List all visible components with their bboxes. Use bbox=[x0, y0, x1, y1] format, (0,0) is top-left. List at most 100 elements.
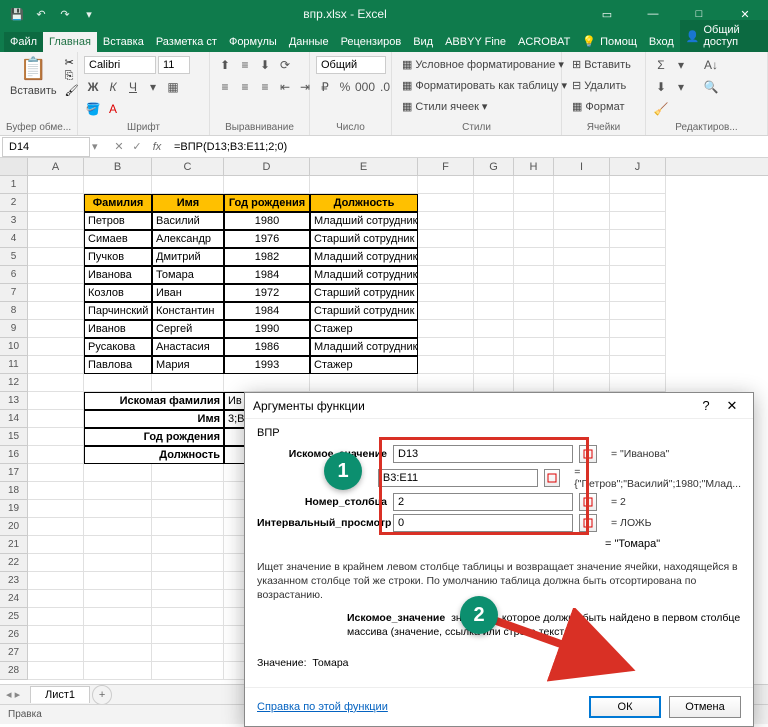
cell[interactable] bbox=[28, 212, 84, 230]
indent-icon[interactable]: ⇤ bbox=[276, 78, 294, 96]
help-link[interactable]: Справка по этой функции bbox=[257, 701, 581, 713]
cell[interactable] bbox=[514, 248, 554, 266]
cell[interactable] bbox=[554, 338, 610, 356]
tab-acrobat[interactable]: ACROBAT bbox=[512, 32, 576, 52]
cell[interactable]: Год рождения bbox=[224, 194, 310, 212]
paint-icon[interactable]: 🖌 bbox=[65, 84, 79, 97]
row-19[interactable]: 19 bbox=[0, 500, 28, 518]
cell[interactable] bbox=[554, 374, 610, 392]
cell[interactable]: Сергей bbox=[152, 320, 224, 338]
cell[interactable] bbox=[152, 608, 224, 626]
cell[interactable] bbox=[28, 482, 84, 500]
cell[interactable] bbox=[84, 590, 152, 608]
cell[interactable] bbox=[514, 356, 554, 374]
tab-view[interactable]: Вид bbox=[407, 32, 439, 52]
cell[interactable] bbox=[28, 518, 84, 536]
row-22[interactable]: 22 bbox=[0, 554, 28, 572]
cell[interactable] bbox=[474, 266, 514, 284]
tab-file[interactable]: Файл bbox=[4, 32, 43, 52]
cell[interactable] bbox=[418, 302, 474, 320]
formula-input[interactable]: =ВПР(D13;B3:E11;2;0) bbox=[168, 141, 768, 153]
cell[interactable]: Мария bbox=[152, 356, 224, 374]
cell[interactable] bbox=[84, 374, 152, 392]
cell[interactable] bbox=[554, 284, 610, 302]
cell[interactable] bbox=[152, 482, 224, 500]
cell[interactable] bbox=[610, 356, 666, 374]
tab-abbyy[interactable]: ABBYY Fine bbox=[439, 32, 512, 52]
cell[interactable] bbox=[28, 392, 84, 410]
cell[interactable] bbox=[84, 500, 152, 518]
cell[interactable] bbox=[28, 590, 84, 608]
cancel-button[interactable]: Отмена bbox=[669, 696, 741, 718]
col-C[interactable]: C bbox=[152, 158, 224, 175]
cell[interactable] bbox=[554, 230, 610, 248]
ribbon-options-icon[interactable]: ▭ bbox=[584, 0, 630, 28]
arg-range-input[interactable] bbox=[393, 514, 573, 532]
row-7[interactable]: 7 bbox=[0, 284, 28, 302]
cell[interactable] bbox=[474, 176, 514, 194]
cell[interactable] bbox=[610, 374, 666, 392]
fx-icon[interactable]: fx bbox=[146, 141, 168, 153]
row-14[interactable]: 14 bbox=[0, 410, 28, 428]
cell[interactable] bbox=[28, 428, 84, 446]
cell[interactable] bbox=[514, 230, 554, 248]
cell[interactable]: 1986 bbox=[224, 338, 310, 356]
cell[interactable] bbox=[610, 176, 666, 194]
cell[interactable] bbox=[610, 212, 666, 230]
qat-dropdown-icon[interactable]: ▾ bbox=[78, 3, 100, 25]
cond-format-button[interactable]: ▦ Условное форматирование ▾ bbox=[398, 56, 568, 73]
cell[interactable]: Старший сотрудник bbox=[310, 302, 418, 320]
cell[interactable] bbox=[610, 338, 666, 356]
cell[interactable]: Иван bbox=[152, 284, 224, 302]
cell[interactable]: Анастасия bbox=[152, 338, 224, 356]
cell[interactable] bbox=[84, 644, 152, 662]
cell[interactable] bbox=[610, 194, 666, 212]
cell[interactable] bbox=[84, 572, 152, 590]
name-box[interactable]: D14 bbox=[2, 137, 90, 157]
cell[interactable] bbox=[84, 554, 152, 572]
cell[interactable] bbox=[554, 194, 610, 212]
select-all-corner[interactable] bbox=[0, 158, 28, 175]
cell[interactable] bbox=[28, 410, 84, 428]
row-1[interactable]: 1 bbox=[0, 176, 28, 194]
cell[interactable] bbox=[28, 464, 84, 482]
cell[interactable] bbox=[514, 338, 554, 356]
cell[interactable]: Стажер bbox=[310, 320, 418, 338]
cell[interactable]: 1982 bbox=[224, 248, 310, 266]
cell[interactable] bbox=[514, 212, 554, 230]
cell[interactable]: Имя bbox=[152, 194, 224, 212]
cell[interactable]: Пучков bbox=[84, 248, 152, 266]
cell[interactable]: Младший сотрудник bbox=[310, 338, 418, 356]
cut-icon[interactable]: ✂ bbox=[65, 56, 79, 69]
cell[interactable] bbox=[554, 320, 610, 338]
cell[interactable] bbox=[554, 212, 610, 230]
redo-icon[interactable]: ↷ bbox=[54, 3, 76, 25]
minimize-icon[interactable]: ― bbox=[630, 0, 676, 28]
cell[interactable]: Искомая фамилия bbox=[84, 392, 224, 410]
row-9[interactable]: 9 bbox=[0, 320, 28, 338]
row-12[interactable]: 12 bbox=[0, 374, 28, 392]
row-16[interactable]: 16 bbox=[0, 446, 28, 464]
ref-button-icon[interactable] bbox=[579, 514, 597, 532]
cell[interactable]: Младший сотрудник bbox=[310, 266, 418, 284]
number-format-select[interactable] bbox=[316, 56, 386, 74]
row-21[interactable]: 21 bbox=[0, 536, 28, 554]
cell[interactable]: Петров bbox=[84, 212, 152, 230]
cell[interactable] bbox=[152, 536, 224, 554]
format-cells-button[interactable]: ▦ Формат bbox=[568, 98, 628, 115]
col-I[interactable]: I bbox=[554, 158, 610, 175]
percent-icon[interactable]: % bbox=[336, 78, 354, 96]
cell[interactable] bbox=[474, 248, 514, 266]
cell[interactable] bbox=[418, 374, 474, 392]
cell[interactable] bbox=[28, 374, 84, 392]
cell[interactable] bbox=[418, 356, 474, 374]
row-8[interactable]: 8 bbox=[0, 302, 28, 320]
cell[interactable]: 1984 bbox=[224, 266, 310, 284]
cell[interactable]: Козлов bbox=[84, 284, 152, 302]
cell[interactable] bbox=[514, 266, 554, 284]
tab-layout[interactable]: Разметка ст bbox=[150, 32, 223, 52]
cell[interactable] bbox=[28, 500, 84, 518]
cell[interactable]: Младший сотрудник bbox=[310, 212, 418, 230]
cell[interactable] bbox=[152, 572, 224, 590]
cell[interactable] bbox=[28, 356, 84, 374]
